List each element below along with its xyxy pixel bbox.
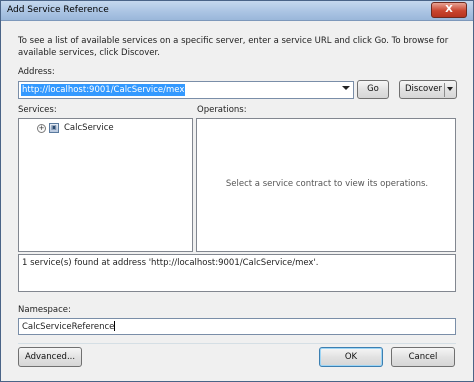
address-label: Address:	[18, 67, 55, 77]
go-button[interactable]: Go	[357, 80, 389, 99]
namespace-input[interactable]: CalcServiceReference	[18, 318, 456, 335]
status-text: 1 service(s) found at address 'http://lo…	[22, 258, 319, 268]
expand-icon[interactable]: +	[37, 124, 46, 133]
dropdown-arrow-icon[interactable]	[447, 87, 453, 91]
operations-list[interactable]: Select a service contract to view its op…	[196, 118, 456, 252]
close-button[interactable]: X	[431, 2, 467, 18]
service-reference-icon: ▣	[49, 123, 59, 133]
intro-text: To see a list of available services on a…	[18, 36, 449, 58]
add-service-reference-dialog: Add Service Reference X To see a list of…	[0, 0, 474, 382]
namespace-value: CalcServiceReference	[22, 321, 116, 332]
operations-label: Operations:	[197, 105, 247, 115]
cancel-button[interactable]: Cancel	[391, 347, 455, 367]
chevron-down-icon[interactable]	[342, 86, 350, 90]
title-bar[interactable]: Add Service Reference X	[1, 1, 473, 21]
address-combobox[interactable]: http://localhost:9001/CalcService/mex	[18, 81, 354, 99]
ok-button[interactable]: OK	[319, 347, 383, 367]
advanced-button[interactable]: Advanced...	[18, 347, 82, 367]
namespace-label: Namespace:	[18, 305, 71, 315]
services-label: Services:	[18, 105, 57, 115]
services-tree[interactable]: + ▣ CalcService	[18, 118, 193, 252]
operations-placeholder: Select a service contract to view its op…	[225, 179, 429, 189]
window-title: Add Service Reference	[7, 5, 109, 15]
split-divider	[444, 83, 445, 97]
tree-item-label: CalcService	[64, 123, 114, 133]
discover-split-button[interactable]: Discover	[399, 80, 457, 99]
separator	[18, 343, 456, 344]
address-value: http://localhost:9001/CalcService/mex	[21, 84, 186, 96]
status-box: 1 service(s) found at address 'http://lo…	[18, 254, 456, 292]
text-caret	[114, 321, 116, 331]
discover-label: Discover	[405, 84, 442, 94]
